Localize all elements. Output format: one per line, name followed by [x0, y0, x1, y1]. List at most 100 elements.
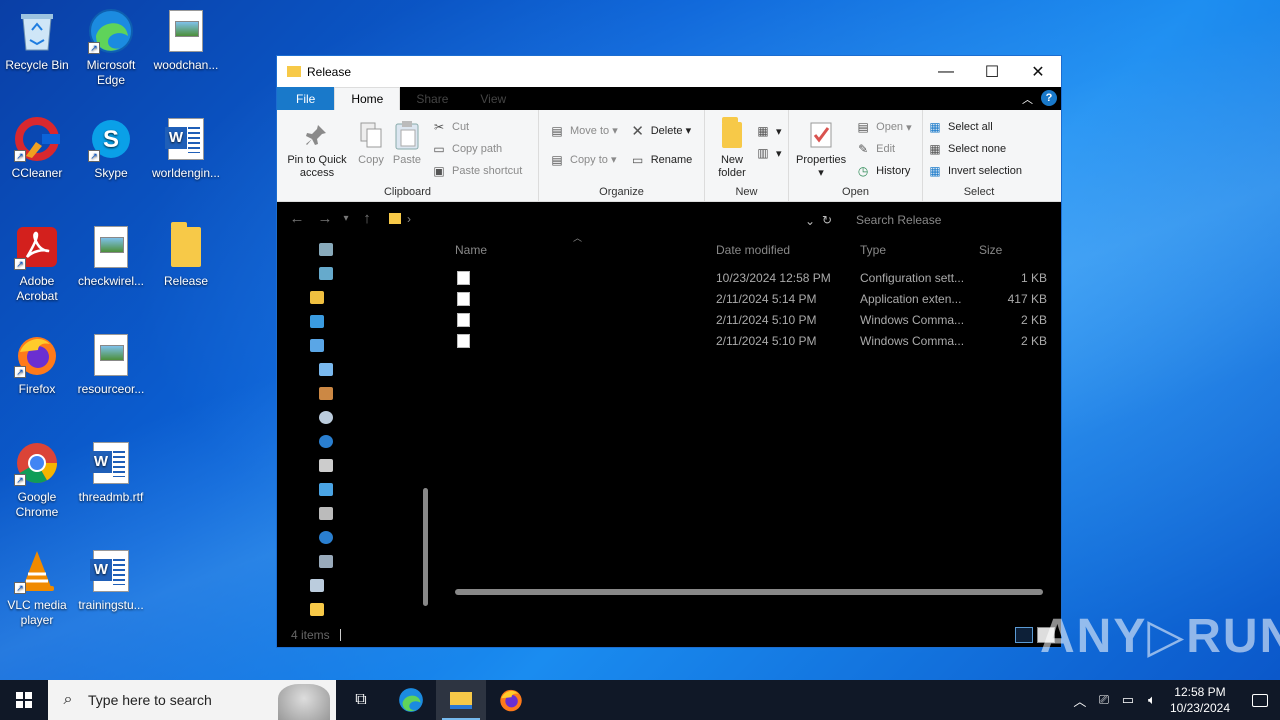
start-button[interactable]: [0, 680, 48, 720]
nav-scrollbar[interactable]: [423, 488, 428, 606]
taskbar-edge[interactable]: [386, 680, 436, 720]
table-row[interactable]: 10/23/2024 12:58 PM Configuration sett..…: [447, 268, 1051, 289]
nav-folder-icon[interactable]: [310, 603, 324, 616]
select-none-button[interactable]: ▦ Select none: [927, 138, 1031, 160]
refresh-icon[interactable]: ↻: [822, 213, 832, 227]
new-folder-button[interactable]: New folder: [712, 116, 752, 180]
forward-arrow-icon[interactable]: →: [311, 210, 339, 227]
nav-network-drive-icon[interactable]: [319, 483, 333, 496]
nav-printer-icon[interactable]: [319, 459, 333, 472]
horizontal-scrollbar[interactable]: [455, 589, 1043, 595]
nav-desktop-icon[interactable]: [319, 267, 333, 280]
firefox-icon: [500, 689, 522, 712]
image-file-icon: [88, 224, 134, 270]
back-arrow-icon[interactable]: ←: [283, 210, 311, 227]
invert-selection-button[interactable]: ▦ Invert selection: [927, 160, 1031, 182]
desktop-icon-trainingstu[interactable]: W trainingstu...: [74, 548, 148, 613]
breadcrumb-chevron-icon[interactable]: ›: [407, 212, 411, 226]
open-button[interactable]: ▤ Open ▾: [855, 116, 911, 138]
move-to-button[interactable]: ▤ Move to ▾: [549, 116, 617, 145]
paste-shortcut-button[interactable]: ▣ Paste shortcut: [431, 160, 522, 182]
tab-view[interactable]: View: [464, 87, 522, 110]
desktop-icon-ccleaner[interactable]: ↗ CCleaner: [0, 116, 74, 181]
up-arrow-icon[interactable]: ↑: [353, 210, 381, 227]
pin-quick-access-button[interactable]: Pin to Quick access: [284, 116, 350, 182]
details-view-icon[interactable]: [1015, 627, 1033, 643]
nav-3d-objects-icon[interactable]: [319, 363, 333, 376]
desktop-icon-worldengin[interactable]: W worldengin...: [149, 116, 223, 181]
desktop-icon-recycle-bin[interactable]: Recycle Bin: [0, 8, 74, 73]
tab-share[interactable]: Share: [400, 87, 464, 110]
file-type: Application exten...: [860, 292, 962, 306]
desktop-icon-resourceor[interactable]: resourceor...: [74, 332, 148, 397]
minimize-button[interactable]: —: [923, 56, 969, 87]
delete-button[interactable]: ✕ Delete ▾: [630, 116, 693, 145]
copy-path-button[interactable]: ▭ Copy path: [431, 138, 522, 160]
desktop-icon-edge[interactable]: ↗ Microsoft Edge: [74, 8, 148, 88]
network-icon[interactable]: ▭: [1116, 692, 1140, 708]
desktop-icon-threadmb[interactable]: W threadmb.rtf: [74, 440, 148, 505]
table-row[interactable]: 2/11/2024 5:10 PM Windows Comma... 2 KB: [447, 310, 1051, 331]
nav-recycle-bin-icon[interactable]: [310, 579, 324, 592]
tab-file[interactable]: File: [277, 87, 335, 110]
nav-devices-icon[interactable]: [319, 507, 333, 520]
column-header-name[interactable]: Name: [455, 243, 487, 259]
notification-center-button[interactable]: [1240, 680, 1280, 720]
paste-button[interactable]: Paste: [392, 116, 422, 182]
nav-onedrive-folder-icon[interactable]: [310, 291, 324, 304]
desktop-icon-vlc[interactable]: ↗ VLC media player: [0, 548, 74, 628]
nav-user-icon[interactable]: [319, 555, 333, 568]
properties-button[interactable]: Properties ▾: [796, 116, 846, 182]
new-item-button[interactable]: ▦ ▾: [755, 120, 781, 142]
device-icon[interactable]: ⎚: [1092, 692, 1116, 708]
desktop-icon-release[interactable]: Release: [149, 222, 223, 289]
nav-programs-icon[interactable]: [319, 435, 333, 448]
collapse-ribbon-icon[interactable]: ︿: [1018, 87, 1037, 110]
clock[interactable]: 12:58 PM 10/23/2024: [1170, 684, 1230, 716]
address-dropdown-icon[interactable]: ⌄: [805, 214, 815, 228]
nav-quick-access-icon[interactable]: [319, 243, 333, 256]
column-header-size[interactable]: Size: [979, 243, 1002, 259]
desktop-icon-firefox[interactable]: ↗ Firefox: [0, 332, 74, 397]
taskbar-search-box[interactable]: ⌕ Type here to search: [48, 680, 336, 720]
taskbar-firefox[interactable]: [486, 680, 536, 720]
navigation-pane[interactable]: [277, 235, 432, 623]
desktop-icon-woodchan[interactable]: woodchan...: [149, 8, 223, 73]
desktop-icon-checkwirel[interactable]: checkwirel...: [74, 224, 148, 289]
desktop-icon-google-chrome[interactable]: ↗ Google Chrome: [0, 440, 74, 520]
nav-this-pc-icon[interactable]: [310, 339, 324, 352]
history-button[interactable]: ◷ History: [855, 160, 912, 182]
nav-internet-icon[interactable]: [319, 531, 333, 544]
cut-button[interactable]: ✂ Cut: [431, 116, 522, 138]
select-all-button[interactable]: ▦ Select all: [927, 116, 1031, 138]
maximize-button[interactable]: ☐: [969, 56, 1015, 87]
nav-cd-drive-icon[interactable]: [319, 411, 333, 424]
copy-to-button[interactable]: ▤ Copy to ▾: [549, 145, 618, 174]
title-bar[interactable]: Release — ☐ ✕: [277, 56, 1061, 87]
volume-icon[interactable]: 🔈︎: [1140, 692, 1164, 708]
desktop-icon-adobe-acrobat[interactable]: ↗ Adobe Acrobat: [0, 224, 74, 304]
acrobat-icon: ↗: [14, 224, 60, 270]
nav-control-panel-icon[interactable]: [319, 387, 333, 400]
copy-button[interactable]: Copy: [356, 116, 386, 182]
taskbar-file-explorer[interactable]: [436, 680, 486, 720]
column-header-type[interactable]: Type: [860, 243, 886, 259]
task-view-button[interactable]: ⧉: [336, 680, 386, 720]
recent-chevron-icon[interactable]: ▾: [339, 213, 353, 224]
search-input[interactable]: Search Release: [856, 213, 941, 227]
svg-text:S: S: [103, 126, 119, 153]
help-icon[interactable]: ?: [1041, 90, 1057, 106]
easy-access-button[interactable]: ▥ ▾: [755, 142, 781, 164]
column-header-date[interactable]: Date modified: [716, 243, 790, 259]
edit-button[interactable]: ✎ Edit: [855, 138, 912, 160]
file-explorer-window[interactable]: Release — ☐ ✕ File Home Share View ︿ ? P…: [276, 55, 1062, 648]
nav-network-icon[interactable]: [310, 315, 324, 328]
table-row[interactable]: 2/11/2024 5:10 PM Windows Comma... 2 KB: [447, 331, 1051, 352]
rename-button[interactable]: ▭ Rename: [630, 145, 692, 174]
desktop-icon-skype[interactable]: S ↗ Skype: [74, 116, 148, 181]
table-row[interactable]: 2/11/2024 5:14 PM Application exten... 4…: [447, 289, 1051, 310]
file-list[interactable]: Name ︿ Date modified Type Size 10/23/202…: [447, 233, 1051, 623]
close-button[interactable]: ✕: [1015, 56, 1061, 87]
show-hidden-icons-icon[interactable]: ︿: [1068, 691, 1092, 710]
tab-home[interactable]: Home: [334, 87, 401, 110]
